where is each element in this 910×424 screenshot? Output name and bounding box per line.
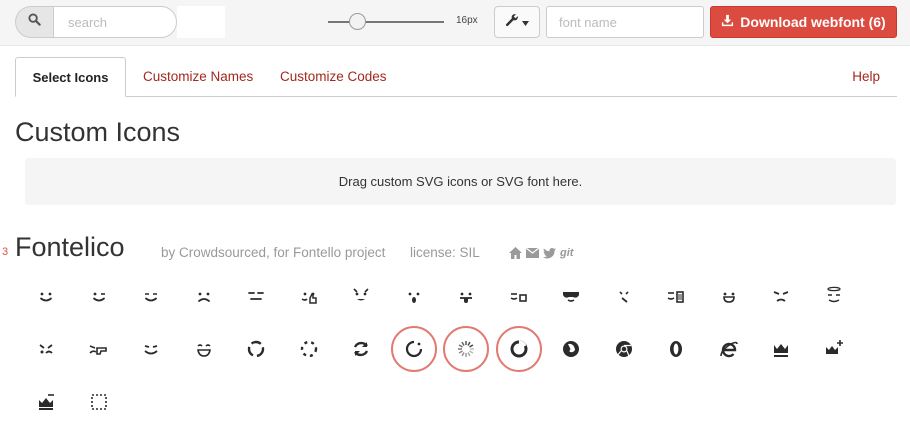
twitter-icon[interactable] (543, 247, 556, 259)
custom-icons-heading: Custom Icons (15, 117, 181, 147)
slider-track (328, 21, 444, 23)
emo-cry-icon[interactable] (23, 326, 69, 372)
search-box (15, 6, 225, 38)
crown-minus-icon[interactable] (23, 379, 69, 424)
emo-wink-icon[interactable] (76, 273, 122, 319)
emo-happy-icon[interactable] (23, 273, 69, 319)
emo-shoot-icon[interactable] (76, 326, 122, 372)
spin6-icon[interactable] (496, 326, 542, 372)
search-spacer (177, 6, 225, 38)
font-name-input[interactable] (546, 6, 704, 38)
font-author: by Crowdsourced, for Fontello project (161, 245, 386, 260)
crown-icon[interactable] (758, 326, 804, 372)
spin1-icon[interactable] (233, 326, 279, 372)
top-toolbar: 16px Download webfont (6) (0, 0, 910, 46)
firefox-icon[interactable] (548, 326, 594, 372)
spin5-icon[interactable] (443, 326, 489, 372)
mail-icon[interactable] (526, 248, 539, 258)
wrench-icon (505, 13, 519, 32)
caret-down-icon (522, 13, 529, 31)
download-webfont-button[interactable]: Download webfont (6) (710, 6, 897, 38)
emo-devil-icon[interactable] (338, 273, 384, 319)
emo-thumbsup-icon[interactable] (286, 273, 332, 319)
emo-grin-icon[interactable] (706, 273, 752, 319)
emo-angry-icon[interactable] (758, 273, 804, 319)
spin2-icon[interactable] (286, 326, 332, 372)
spin3-icon[interactable] (338, 326, 384, 372)
settings-dropdown-button[interactable] (494, 6, 540, 38)
emo-saint-icon[interactable] (811, 273, 857, 319)
emo-unhappy-icon[interactable] (181, 273, 227, 319)
ie-icon[interactable] (706, 326, 752, 372)
font-title: Fontelico (15, 232, 125, 262)
font-links: git (509, 246, 573, 260)
emo-tongue-icon[interactable] (443, 273, 489, 319)
emo-beer-icon[interactable] (653, 273, 699, 319)
tab-customize-names[interactable]: Customize Names (143, 57, 253, 97)
tab-select-icons[interactable]: Select Icons (15, 57, 126, 97)
emo-wink2-icon[interactable] (128, 273, 174, 319)
opera-icon[interactable] (653, 326, 699, 372)
emo-sleep-icon[interactable] (233, 273, 279, 319)
search-input[interactable] (53, 6, 177, 38)
emo-sunglasses-icon[interactable] (548, 273, 594, 319)
search-button[interactable] (15, 6, 53, 38)
size-slider[interactable] (328, 12, 446, 32)
font-license: license: SIL (410, 245, 480, 260)
git-icon[interactable]: git (560, 247, 573, 259)
emo-surprised-icon[interactable] (391, 273, 437, 319)
crown-plus-icon[interactable] (811, 326, 857, 372)
search-icon (28, 13, 41, 31)
emo-displeased-icon[interactable] (601, 273, 647, 319)
tab-help[interactable]: Help (852, 57, 880, 97)
svg-dropzone[interactable]: Drag custom SVG icons or SVG font here. (25, 158, 896, 205)
tab-customize-codes[interactable]: Customize Codes (280, 57, 387, 97)
slider-handle[interactable] (349, 13, 366, 30)
home-icon[interactable] (509, 247, 522, 259)
spin4-icon[interactable] (391, 326, 437, 372)
chrome-icon[interactable] (601, 326, 647, 372)
download-icon (721, 14, 734, 30)
emo-coffee-icon[interactable] (496, 273, 542, 319)
marquee-icon[interactable] (76, 379, 122, 424)
tab-bar: Select Icons Customize Names Customize C… (15, 57, 897, 97)
size-label: 16px (456, 15, 478, 26)
emo-laugh-icon[interactable] (181, 326, 227, 372)
download-label: Download webfont (6) (740, 14, 886, 30)
emo-squint-icon[interactable] (128, 326, 174, 372)
row-number: 3 (2, 246, 9, 258)
